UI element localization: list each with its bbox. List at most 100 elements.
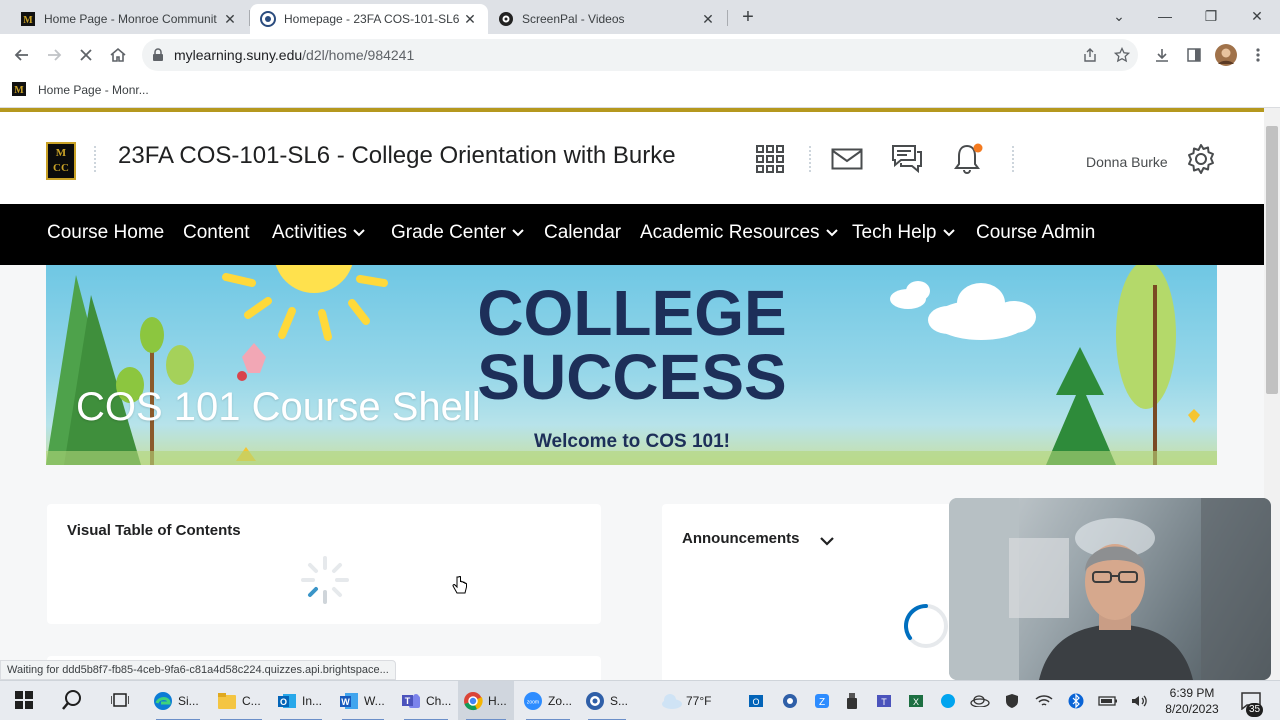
course-title[interactable]: 23FA COS-101-SL6 - College Orientation w…	[118, 142, 676, 170]
teams-tray-icon[interactable]: T	[874, 691, 894, 711]
minimize-icon[interactable]: —	[1142, 4, 1188, 28]
nav-course-admin[interactable]: Course Admin	[976, 222, 1095, 244]
excel-tray-icon[interactable]: X	[906, 691, 926, 711]
banner-headline: COLLEGE SUCCESS	[466, 281, 798, 409]
course-selector-grid-icon[interactable]	[753, 142, 787, 176]
nav-label: Content	[183, 222, 250, 243]
browser-tab-strip: M Home Page - Monroe Communit ✕ Homepage…	[0, 0, 1280, 34]
battery-tray-icon[interactable]	[1098, 691, 1118, 711]
settings-gear-icon[interactable]	[1184, 142, 1218, 176]
zoom-tray-icon[interactable]: Z	[812, 691, 832, 711]
browser-menu-icon[interactable]	[1246, 43, 1270, 67]
search-button[interactable]	[56, 681, 88, 720]
share-icon[interactable]	[1078, 43, 1102, 67]
nav-course-home[interactable]: Course Home	[47, 222, 164, 244]
nav-label: Activities	[272, 222, 347, 243]
stop-loading-icon[interactable]	[74, 43, 98, 67]
chevron-down-icon	[825, 229, 838, 237]
tab-search-icon[interactable]: ⌄	[1096, 4, 1142, 28]
profile-avatar[interactable]	[1214, 43, 1238, 67]
taskbar-app-zoom[interactable]: zoom Zo...	[518, 681, 578, 720]
taskbar-app-explorer[interactable]: C...	[212, 681, 270, 720]
bookmark-star-icon[interactable]	[1110, 43, 1134, 67]
nav-grade-center[interactable]: Grade Center	[391, 222, 524, 244]
lock-icon[interactable]	[142, 48, 174, 62]
outlook-tray-icon[interactable]: O	[746, 691, 766, 711]
close-icon[interactable]: ✕	[462, 11, 478, 28]
task-view-button[interactable]	[104, 681, 136, 720]
home-icon[interactable]	[106, 43, 130, 67]
forward-arrow-icon[interactable]	[42, 43, 66, 67]
tab-title: ScreenPal - Videos	[522, 12, 625, 26]
browser-toolbar: mylearning.suny.edu/d2l/home/984241	[0, 34, 1280, 76]
mcc-logo[interactable]: M CC	[46, 142, 76, 180]
minibar-divider	[809, 146, 811, 172]
screenpal-tray-icon[interactable]	[780, 691, 800, 711]
window-close-icon[interactable]: ✕	[1234, 4, 1280, 28]
nav-content[interactable]: Content	[183, 222, 250, 244]
svg-text:M: M	[14, 85, 24, 96]
minibar-divider	[1012, 146, 1014, 172]
taskbar-app-screenpal[interactable]: S...	[580, 681, 634, 720]
system-clock[interactable]: 6:39 PM 8/20/2023	[1160, 685, 1224, 717]
volume-tray-icon[interactable]	[1130, 691, 1150, 711]
banner-headline-line1: COLLEGE	[477, 277, 787, 349]
logo-text-bottom: CC	[53, 162, 69, 174]
svg-text:T: T	[881, 697, 887, 707]
chevron-down-icon	[512, 229, 524, 237]
nav-label: Academic Resources	[640, 222, 820, 243]
tab-screenpal[interactable]: ScreenPal - Videos ✕	[488, 4, 726, 34]
chat-icon[interactable]	[890, 142, 924, 176]
taskbar-app-label: Ch...	[426, 694, 452, 708]
banner-course-shell-text: COS 101 Course Shell	[76, 385, 481, 429]
bluetooth-tray-icon[interactable]	[1066, 691, 1086, 711]
windows-logo-icon	[15, 690, 33, 712]
chevron-down-icon[interactable]	[820, 534, 834, 552]
taskbar-app-chrome[interactable]: H...	[458, 681, 514, 720]
notification-count-badge: 35	[1246, 703, 1264, 717]
nav-tech-help[interactable]: Tech Help	[852, 222, 955, 244]
security-shield-tray-icon[interactable]	[1002, 691, 1022, 711]
nav-activities[interactable]: Activities	[272, 222, 365, 244]
url-path: /d2l/home/984241	[302, 47, 415, 63]
nav-label: Grade Center	[391, 222, 507, 243]
wifi-tray-icon[interactable]	[1034, 691, 1054, 711]
mail-icon[interactable]	[830, 142, 864, 176]
user-name[interactable]: Donna Burke	[1086, 154, 1168, 170]
bookmarks-bar: M Home Page - Monr...	[0, 76, 1280, 108]
visual-toc-widget: Visual Table of Contents	[47, 504, 601, 624]
back-arrow-icon[interactable]	[10, 43, 34, 67]
tab-title: Homepage - 23FA COS-101-SL6	[284, 12, 460, 26]
restore-icon[interactable]: ❐	[1188, 4, 1234, 28]
nav-label: Calendar	[544, 222, 622, 243]
side-panel-icon[interactable]	[1182, 43, 1206, 67]
presenter-video	[949, 498, 1271, 680]
weather-widget[interactable]: 77°F	[660, 681, 724, 720]
taskbar-app-edge[interactable]: Si...	[148, 681, 208, 720]
new-tab-button[interactable]: +	[736, 6, 760, 30]
app-tray-icon[interactable]	[938, 691, 958, 711]
usb-drive-tray-icon[interactable]	[842, 691, 862, 711]
close-icon[interactable]: ✕	[222, 11, 238, 28]
tab-monroe-home[interactable]: M Home Page - Monroe Communit ✕	[10, 4, 248, 34]
scrollbar-thumb[interactable]	[1266, 126, 1278, 394]
chevron-down-icon	[353, 229, 365, 237]
browser-status-bar: Waiting for ddd5b8f7-fb85-4ceb-9fa6-c81a…	[0, 660, 396, 680]
taskbar-app-word[interactable]: W W...	[334, 681, 392, 720]
address-bar[interactable]: mylearning.suny.edu/d2l/home/984241	[142, 39, 1138, 71]
tab-course-homepage[interactable]: Homepage - 23FA COS-101-SL6 ✕	[250, 4, 488, 34]
start-button[interactable]	[8, 681, 40, 720]
nav-label: Course Admin	[976, 222, 1096, 243]
taskbar-app-outlook[interactable]: O In...	[272, 681, 330, 720]
weather-temp: 77°F	[686, 694, 712, 708]
onedrive-tray-icon[interactable]	[970, 691, 990, 711]
downloads-icon[interactable]	[1150, 43, 1174, 67]
nav-academic-resources[interactable]: Academic Resources	[640, 222, 838, 244]
nav-calendar[interactable]: Calendar	[544, 222, 621, 244]
mcc-favicon-icon: M	[20, 11, 36, 27]
bookmark-monroe-home[interactable]: M Home Page - Monr...	[12, 82, 149, 98]
tab-divider	[727, 10, 728, 26]
taskbar-app-teams[interactable]: T Ch...	[396, 681, 456, 720]
notification-bell-icon[interactable]	[950, 142, 984, 176]
close-icon[interactable]: ✕	[700, 11, 716, 28]
